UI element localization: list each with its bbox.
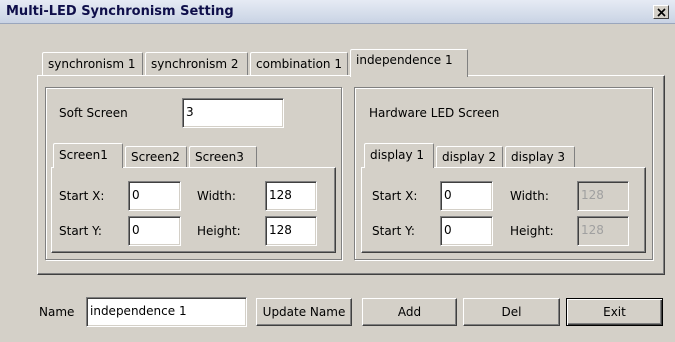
tab-display-1[interactable]: display 1 [364, 143, 434, 168]
width-label: Width: [510, 189, 549, 203]
tab-screen2[interactable]: Screen2 [125, 146, 187, 168]
tab-label: synchronism 1 [48, 57, 136, 71]
close-icon [657, 8, 666, 17]
start-y-label: Start Y: [59, 224, 102, 238]
start-x-label: Start X: [59, 189, 105, 203]
tab-label: display 2 [442, 150, 497, 164]
update-name-button[interactable]: Update Name [256, 298, 352, 326]
hardware-height-input: 128 [577, 216, 629, 246]
name-label: Name [39, 305, 75, 319]
dialog-window: Multi-LED Synchronism Setting synchronis… [0, 0, 675, 342]
tab-label: display 1 [370, 148, 425, 162]
soft-start-x-input[interactable]: 0 [128, 181, 181, 211]
tab-combination-1[interactable]: combination 1 [250, 52, 348, 76]
tab-synchronism-1[interactable]: synchronism 1 [42, 52, 143, 76]
soft-width-input[interactable]: 128 [265, 181, 317, 211]
height-label: Height: [510, 224, 554, 238]
exit-button[interactable]: Exit [566, 298, 663, 326]
tab-independence-1[interactable]: independence 1 [350, 49, 468, 77]
soft-screen-count-input[interactable]: 3 [182, 98, 284, 128]
close-button[interactable] [653, 5, 669, 19]
tab-display-2[interactable]: display 2 [436, 146, 503, 168]
hardware-screen-label: Hardware LED Screen [369, 106, 500, 120]
start-x-label: Start X: [372, 189, 418, 203]
soft-start-y-input[interactable]: 0 [128, 216, 181, 246]
hardware-start-y-input[interactable]: 0 [440, 216, 493, 246]
tab-screen3[interactable]: Screen3 [189, 146, 257, 168]
tab-label: Screen1 [59, 148, 108, 162]
tab-label: synchronism 2 [151, 57, 239, 71]
width-label: Width: [197, 189, 236, 203]
soft-height-input[interactable]: 128 [265, 216, 317, 246]
tab-label: display 3 [511, 150, 566, 164]
soft-screen-label: Soft Screen [59, 106, 128, 120]
tab-label: Screen2 [131, 150, 180, 164]
tab-label: independence 1 [356, 53, 453, 67]
tab-label: Screen3 [195, 150, 244, 164]
tab-label: combination 1 [256, 57, 342, 71]
tab-display-3[interactable]: display 3 [505, 146, 575, 168]
del-button[interactable]: Del [463, 298, 560, 326]
window-title: Multi-LED Synchronism Setting [6, 4, 234, 19]
title-bar[interactable]: Multi-LED Synchronism Setting [0, 0, 675, 24]
start-y-label: Start Y: [372, 224, 415, 238]
height-label: Height: [197, 224, 241, 238]
name-input[interactable]: independence 1 [86, 297, 247, 327]
tab-screen1[interactable]: Screen1 [53, 143, 123, 168]
add-button[interactable]: Add [362, 298, 457, 326]
hardware-width-input: 128 [577, 181, 629, 211]
tab-synchronism-2[interactable]: synchronism 2 [145, 52, 248, 76]
hardware-start-x-input[interactable]: 0 [440, 181, 493, 211]
